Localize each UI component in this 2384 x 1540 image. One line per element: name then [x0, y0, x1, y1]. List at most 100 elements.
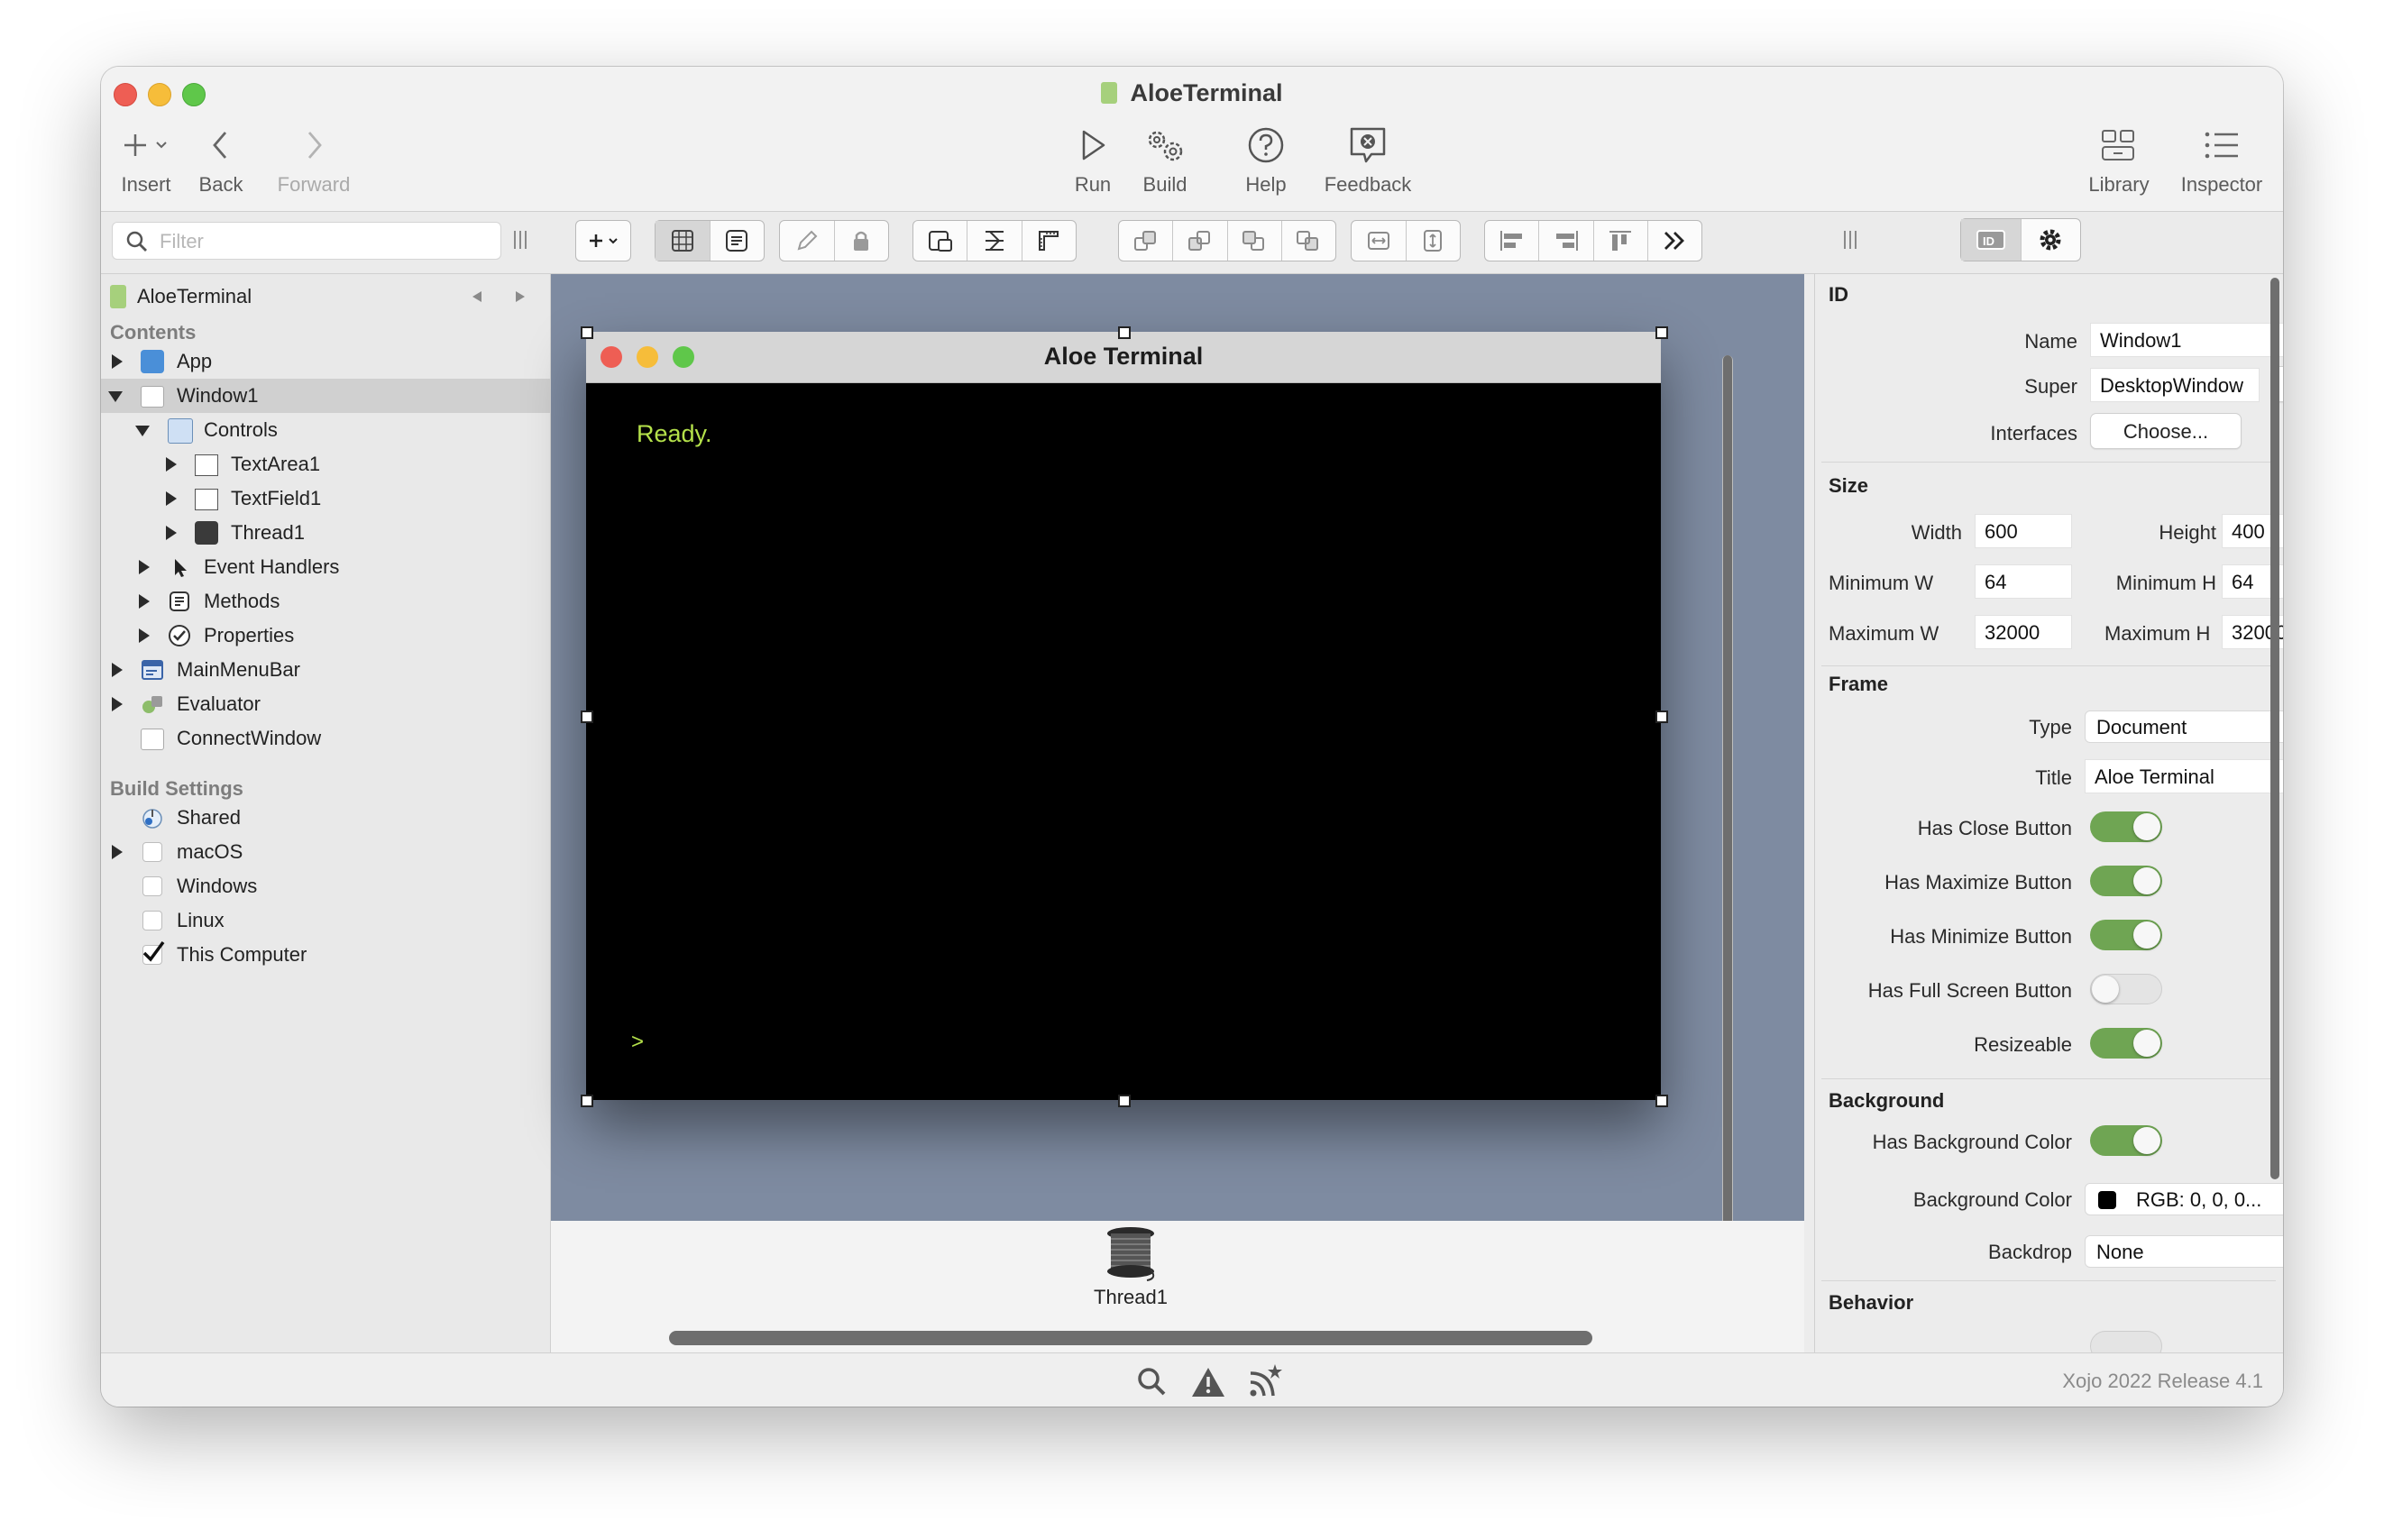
super-field[interactable]: DesktopWindow [2090, 368, 2260, 402]
search-icon[interactable] [1136, 1366, 1169, 1398]
nav-item-connectwindow[interactable]: ConnectWindow [101, 721, 550, 756]
disclosure-triangle-icon[interactable] [112, 697, 123, 711]
filter-input[interactable] [158, 228, 486, 255]
bring-forward-button[interactable] [1173, 221, 1228, 261]
project-row[interactable]: AloeTerminal [101, 280, 550, 314]
inspector-button[interactable]: Inspector [2171, 123, 2272, 197]
nav-item-app[interactable]: App [101, 344, 550, 379]
align-top-button[interactable] [1594, 221, 1648, 261]
more-tools-button[interactable] [1648, 221, 1701, 261]
build-button[interactable]: Build [1127, 123, 1203, 197]
editor-horizontal-scrollbar[interactable] [552, 1325, 1803, 1352]
resizeable-toggle[interactable] [2090, 1028, 2162, 1059]
type-popup[interactable]: Document [2085, 710, 2283, 743]
behavior-toggle-partial[interactable] [2090, 1331, 2162, 1352]
inspector-scroll-thumb[interactable] [2270, 278, 2279, 1179]
library-button[interactable]: Library [2074, 123, 2164, 197]
title-field[interactable]: Aloe Terminal [2085, 759, 2283, 793]
resize-handle-w[interactable] [581, 710, 593, 723]
grid-view-button[interactable] [656, 221, 711, 261]
thread-spool-icon[interactable] [1104, 1224, 1158, 1284]
arrange-segmented[interactable] [1118, 220, 1336, 261]
build-item-macos[interactable]: macOS [101, 835, 550, 869]
bring-to-front-button[interactable] [1119, 221, 1174, 261]
nav-item-textarea1[interactable]: TextArea1 [101, 447, 550, 481]
disclosure-triangle-icon[interactable] [166, 457, 177, 472]
build-item-this-computer[interactable]: This Computer [101, 938, 550, 972]
resize-handle-s[interactable] [1118, 1095, 1131, 1107]
disclosure-triangle-icon[interactable] [112, 845, 123, 859]
nav-item-methods[interactable]: Methods [101, 584, 550, 619]
input-textfield[interactable]: > [631, 1030, 644, 1055]
inspector-grip-icon[interactable] [1841, 229, 1859, 251]
has-background-color-toggle[interactable] [2090, 1125, 2162, 1156]
align-right-button[interactable] [1539, 221, 1594, 261]
edit-button[interactable] [780, 221, 835, 261]
nav-item-evaluator[interactable]: Evaluator [101, 687, 550, 721]
disclosure-triangle-icon[interactable] [139, 560, 150, 574]
disclosure-triangle-icon[interactable] [139, 594, 150, 609]
editor-vertical-scroll-thumb[interactable] [1723, 355, 1732, 1239]
inspector-mode-segmented[interactable]: ID [1960, 218, 2081, 261]
has-minimize-button-toggle[interactable] [2090, 920, 2162, 950]
feedback-button[interactable]: Feedback [1318, 123, 1417, 197]
resize-handle-n[interactable] [1118, 326, 1131, 339]
nav-back-arrow-icon[interactable] [469, 289, 485, 305]
distribute-vertical-button[interactable] [1407, 221, 1461, 261]
resize-handle-sw[interactable] [581, 1095, 593, 1107]
insert-button[interactable]: Insert [108, 123, 184, 197]
warning-icon[interactable] [1190, 1366, 1226, 1398]
build-item-windows[interactable]: Windows [101, 869, 550, 903]
feed-star-icon[interactable] [1246, 1362, 1284, 1400]
nav-item-event-handlers[interactable]: Event Handlers [101, 550, 550, 584]
width-field[interactable]: 600 [1975, 514, 2072, 548]
disclosure-triangle-icon[interactable] [166, 526, 177, 540]
distribute-segmented[interactable] [1351, 220, 1461, 261]
windows-checkbox[interactable] [142, 876, 162, 896]
linux-checkbox[interactable] [142, 911, 162, 930]
layout-tools-segmented[interactable] [912, 220, 1077, 261]
tab-order-button[interactable] [913, 221, 968, 261]
nav-item-textfield1[interactable]: TextField1 [101, 481, 550, 516]
min-width-field[interactable]: 64 [1975, 564, 2072, 599]
choose-interfaces-button[interactable]: Choose... [2090, 413, 2242, 449]
add-item-dropdown[interactable] [575, 220, 631, 261]
resize-handle-se[interactable] [1655, 1095, 1668, 1107]
build-item-shared[interactable]: Shared [101, 801, 550, 835]
resize-handle-e[interactable] [1655, 710, 1668, 723]
sidebar-grip-icon[interactable] [511, 229, 529, 251]
nav-item-window1[interactable]: Window1 [101, 379, 550, 413]
view-mode-segmented[interactable] [655, 220, 765, 261]
disclosure-triangle-icon[interactable] [166, 491, 177, 506]
distribute-horizontal-button[interactable] [1352, 221, 1407, 261]
nav-item-controls[interactable]: Controls [101, 413, 550, 447]
align-left-button[interactable] [1485, 221, 1540, 261]
disclosure-triangle-open-icon[interactable] [135, 426, 150, 436]
send-to-back-button[interactable] [1282, 221, 1335, 261]
has-close-button-toggle[interactable] [2090, 811, 2162, 842]
send-backward-button[interactable] [1228, 221, 1282, 261]
nav-forward-arrow-icon[interactable] [512, 289, 528, 305]
designed-window[interactable] [586, 332, 1661, 1100]
ruler-button[interactable] [1022, 221, 1076, 261]
disclosure-triangle-icon[interactable] [112, 354, 123, 369]
nav-item-mainmenubar[interactable]: MainMenuBar [101, 653, 550, 687]
run-button[interactable]: Run [1057, 123, 1129, 197]
filter-field[interactable] [112, 222, 501, 260]
designed-window-titlebar[interactable]: Aloe Terminal [586, 332, 1661, 383]
editor-vertical-scrollbar[interactable] [1722, 355, 1733, 1239]
inspector-properties-tab[interactable]: ID [1961, 219, 2022, 261]
has-full-screen-button-toggle[interactable] [2090, 974, 2162, 1004]
backdrop-popup[interactable]: None [2085, 1235, 2283, 1268]
nav-item-thread1[interactable]: Thread1 [101, 516, 550, 550]
lock-button[interactable] [835, 221, 889, 261]
lock-position-button[interactable] [967, 221, 1022, 261]
list-view-button[interactable] [711, 221, 765, 261]
help-button[interactable]: Help [1228, 123, 1304, 197]
editor-horizontal-scroll-thumb[interactable] [669, 1331, 1592, 1345]
disclosure-triangle-icon[interactable] [112, 663, 123, 677]
max-width-field[interactable]: 32000 [1975, 615, 2072, 649]
forward-button[interactable]: Forward [269, 123, 359, 197]
align-segmented[interactable] [1484, 220, 1702, 261]
inspector-advanced-tab[interactable] [2022, 219, 2081, 261]
